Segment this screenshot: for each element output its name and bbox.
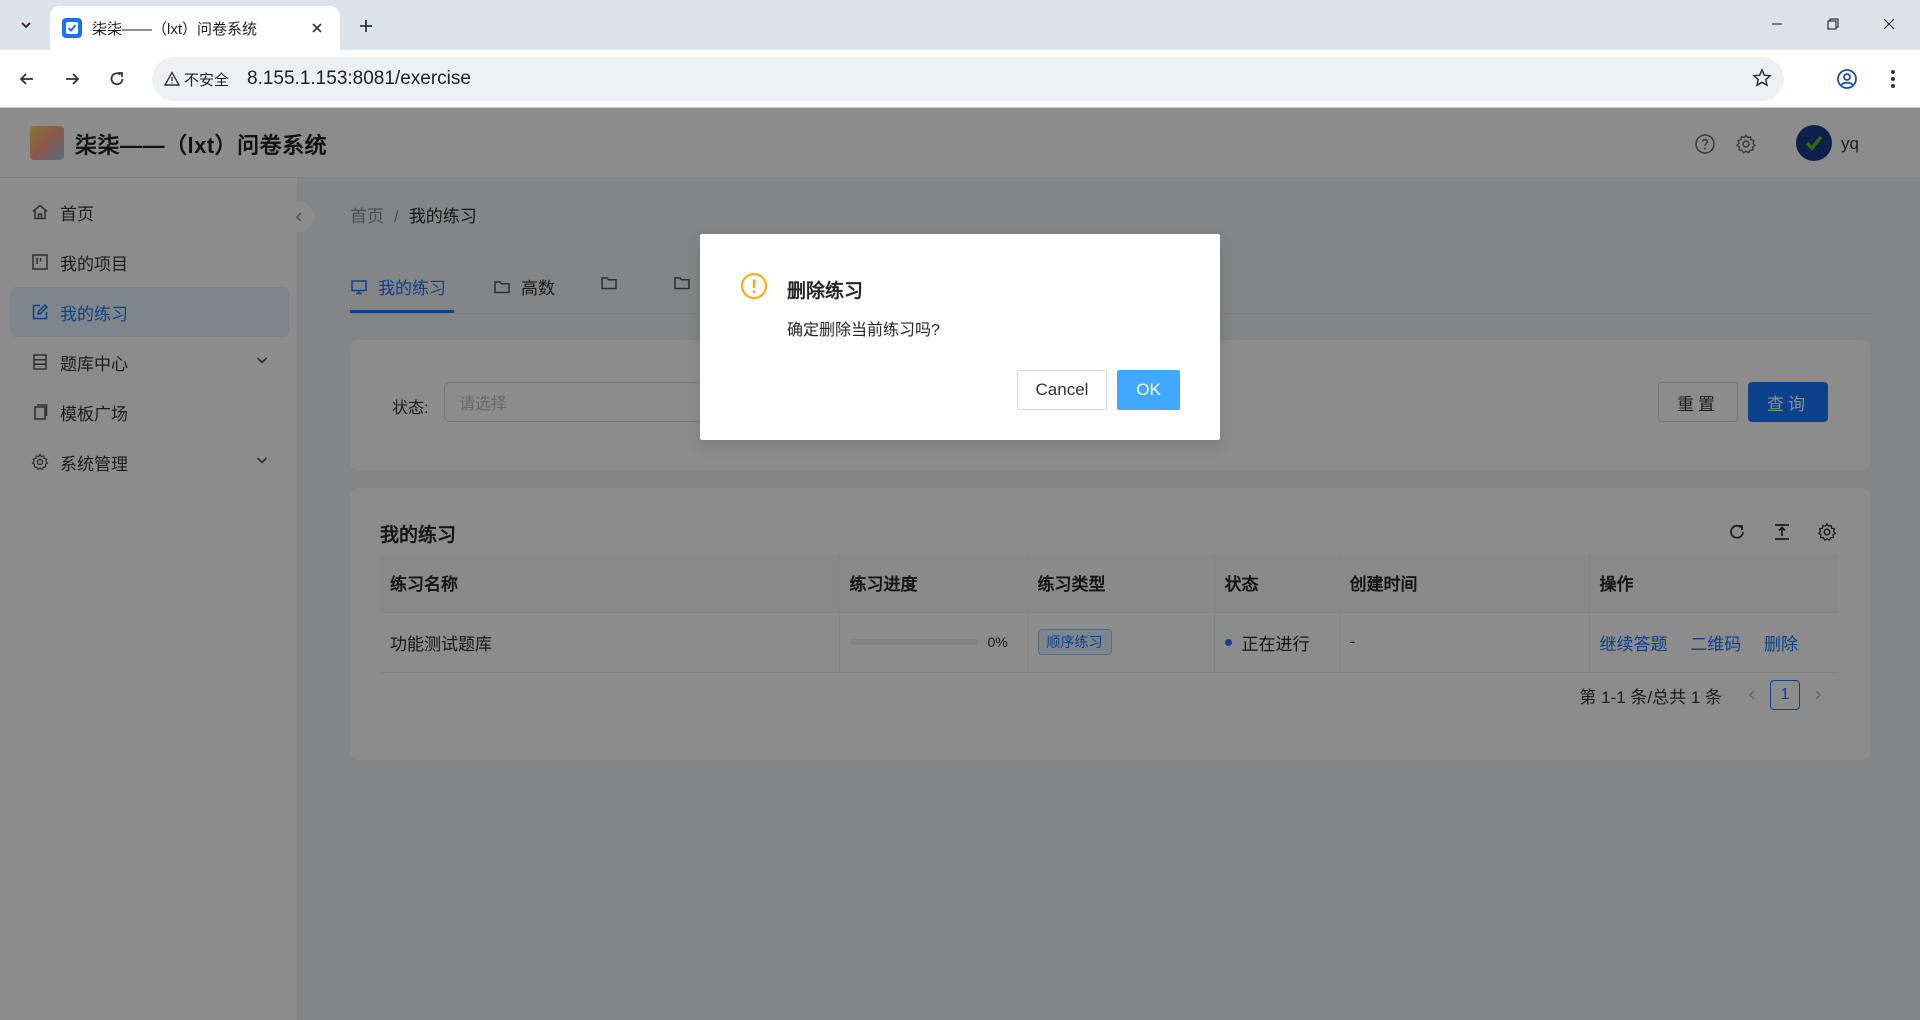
account-circle-icon	[1837, 69, 1857, 89]
browser-menu-button[interactable]	[1876, 62, 1910, 96]
restore-button[interactable]	[1810, 8, 1856, 40]
favicon-icon	[62, 18, 82, 38]
plus-icon	[360, 20, 372, 32]
close-icon	[312, 23, 322, 33]
tab-close-button[interactable]	[306, 17, 328, 39]
chevron-down-icon	[21, 22, 31, 29]
new-tab-button[interactable]	[352, 12, 380, 40]
browser-toolbar: 不安全 8.155.1.153:8081/exercise	[0, 50, 1920, 108]
minimize-icon	[1772, 23, 1782, 25]
confirm-delete-modal: 删除练习 确定删除当前练习吗? Cancel OK	[700, 234, 1220, 440]
browser-tabstrip: 柒柒——（lxt）问卷系统	[0, 0, 1920, 50]
url-text: 8.155.1.153:8081/exercise	[247, 68, 471, 89]
close-icon	[1883, 18, 1895, 30]
reload-icon	[110, 72, 124, 86]
browser-tab[interactable]: 柒柒——（lxt）问卷系统	[50, 6, 340, 50]
reload-button[interactable]	[100, 62, 134, 96]
modal-title: 删除练习	[787, 281, 864, 302]
exclamation-circle-icon	[740, 272, 768, 300]
warning-triangle-icon	[164, 71, 180, 86]
insecure-label: 不安全	[184, 71, 230, 89]
more-vertical-icon	[1891, 70, 1895, 88]
minimize-button[interactable]	[1754, 8, 1800, 40]
restore-icon	[1827, 18, 1839, 30]
bookmark-star-button[interactable]	[1752, 68, 1772, 93]
ok-button[interactable]: OK	[1117, 370, 1180, 410]
close-window-button[interactable]	[1866, 8, 1912, 40]
forward-button[interactable]	[55, 62, 89, 96]
arrow-left-icon	[19, 73, 33, 85]
back-button[interactable]	[10, 62, 44, 96]
modal-content: 确定删除当前练习吗?	[787, 322, 940, 339]
browser-profile-button[interactable]	[1830, 62, 1864, 96]
security-indicator[interactable]: 不安全	[164, 69, 229, 90]
tab-search-button[interactable]	[10, 10, 42, 40]
cancel-button[interactable]: Cancel	[1017, 370, 1107, 410]
arrow-right-icon	[66, 73, 80, 85]
address-bar[interactable]: 不安全 8.155.1.153:8081/exercise	[152, 57, 1784, 101]
star-icon	[1752, 68, 1772, 87]
tab-title: 柒柒——（lxt）问卷系统	[92, 20, 258, 38]
